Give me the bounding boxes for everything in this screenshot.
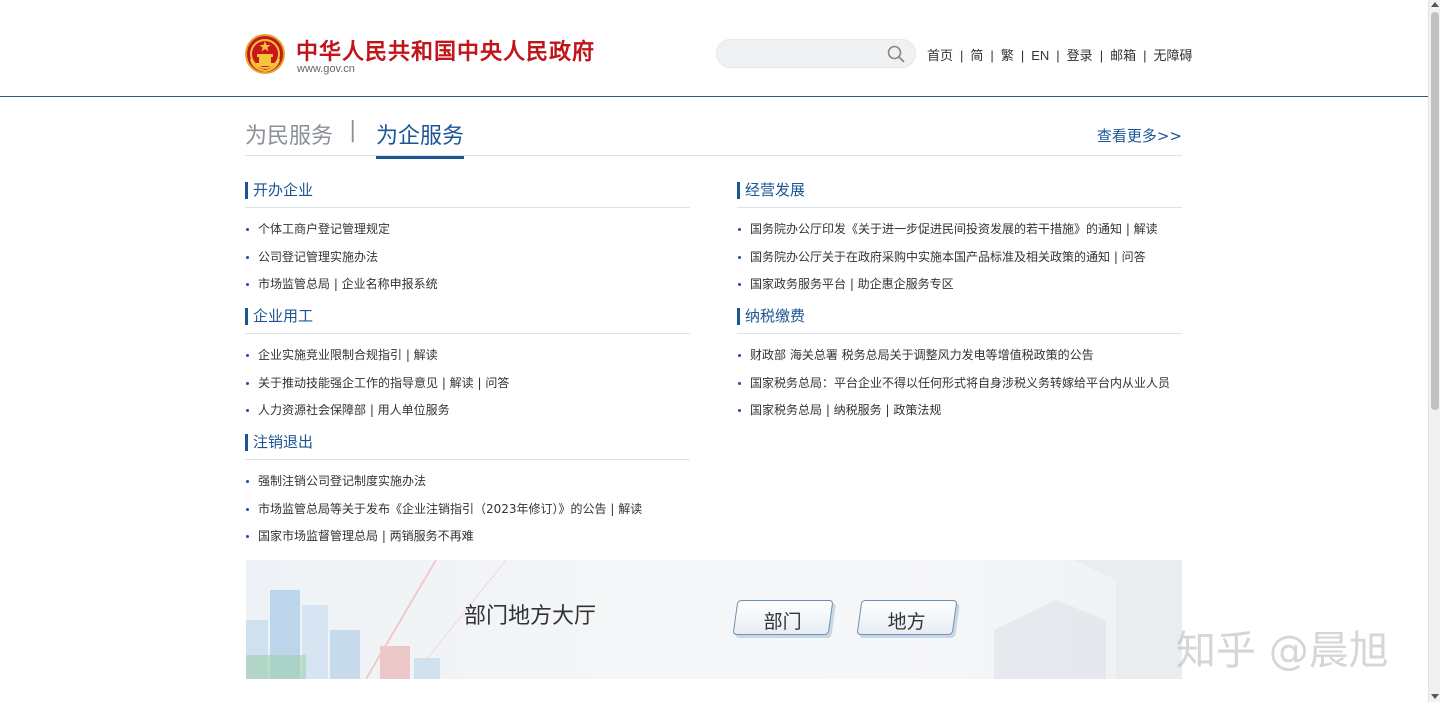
tab-citizen-service[interactable]: 为民服务 xyxy=(245,118,333,150)
nav-traditional[interactable]: 繁 xyxy=(1001,48,1014,63)
tab-enterprise-service[interactable]: 为企服务 xyxy=(376,118,465,159)
nav-english[interactable]: EN xyxy=(1031,48,1049,63)
section-tax-payment: 纳税缴费 财政部 海关总署 税务总局关于调整风力发电等增值税政策的公告 国家税务… xyxy=(737,308,1182,417)
nav-mailbox[interactable]: 邮箱 xyxy=(1110,48,1136,63)
banner-title: 部门地方大厅 xyxy=(464,604,597,629)
city-skyline-graphic xyxy=(246,560,1182,679)
scrollbar-thumb[interactable] xyxy=(1431,12,1439,410)
divider xyxy=(245,207,690,208)
site-header: 中华人民共和国中央人民政府 www.gov.cn 首页 | 简 | 繁 | EN | 登录 | 邮箱… xyxy=(0,0,1428,97)
section-deregistration: 注销退出 强制注销公司登记制度实施办法 市场监管总局等关于发布《企业注销指引（2… xyxy=(245,434,690,543)
list-item[interactable]: 关于推动技能强企工作的指导意见 | 解读 | 问答 xyxy=(245,375,690,403)
list-item[interactable]: 国家税务总局 | 纳税服务 | 政策法规 xyxy=(737,402,1182,430)
list-item[interactable]: 市场监管总局 | 企业名称申报系统 xyxy=(245,276,690,304)
section-start-business: 开办企业 个体工商户登记管理规定 公司登记管理实施办法 市场监管总局 | 企业名… xyxy=(245,182,690,291)
divider xyxy=(245,459,690,460)
list-item[interactable]: 国家税务总局：平台企业不得以任何形式将自身涉税义务转嫁给平台内从业人员 xyxy=(737,375,1182,403)
nav-accessibility[interactable]: 无障碍 xyxy=(1153,48,1192,63)
list-item[interactable]: 强制注销公司登记制度实施办法 xyxy=(245,473,690,501)
list-item[interactable]: 个体工商户登记管理规定 xyxy=(245,221,690,249)
section-title[interactable]: 注销退出 xyxy=(245,434,690,451)
scroll-down-icon[interactable] xyxy=(1431,694,1439,699)
divider xyxy=(245,333,690,334)
section-business-development: 经营发展 国务院办公厅印发《关于进一步促进民间投资发展的若干措施》的通知 | 解… xyxy=(737,182,1182,291)
list-item[interactable]: 财政部 海关总署 税务总局关于调整风力发电等增值税政策的公告 xyxy=(737,347,1182,375)
department-button-label: 部门 xyxy=(763,611,802,633)
list-item[interactable]: 国家政务服务平台 | 助企惠企服务专区 xyxy=(737,276,1182,304)
divider xyxy=(737,207,1182,208)
scroll-up-icon[interactable] xyxy=(1431,2,1439,7)
department-button[interactable]: 部门 xyxy=(732,600,834,635)
search-box xyxy=(716,39,916,68)
list-item[interactable]: 国务院办公厅关于在政府采购中实施本国产品标准及相关政策的通知 | 问答 xyxy=(737,249,1182,277)
scrollbar[interactable] xyxy=(1428,0,1440,702)
section-title[interactable]: 开办企业 xyxy=(245,182,690,199)
view-more-link[interactable]: 查看更多>> xyxy=(1097,125,1182,146)
search-input[interactable] xyxy=(731,44,881,64)
site-title[interactable]: 中华人民共和国中央人民政府 xyxy=(296,34,595,66)
section-employment: 企业用工 企业实施竞业限制合规指引 | 解读 关于推动技能强企工作的指导意见 |… xyxy=(245,308,690,417)
section-title[interactable]: 企业用工 xyxy=(245,308,690,325)
nav-login[interactable]: 登录 xyxy=(1067,48,1093,63)
section-title[interactable]: 经营发展 xyxy=(737,182,1182,199)
top-nav: 首页 | 简 | 繁 | EN | 登录 | 邮箱 | 无障碍 xyxy=(927,48,1193,63)
list-item[interactable]: 人力资源社会保障部 | 用人单位服务 xyxy=(245,402,690,430)
section-title[interactable]: 纳税缴费 xyxy=(737,308,1182,325)
divider xyxy=(737,333,1182,334)
nav-home[interactable]: 首页 xyxy=(927,48,953,63)
list-item[interactable]: 国家市场监督管理总局 | 两销服务不再难 xyxy=(245,528,690,556)
nav-simplified[interactable]: 简 xyxy=(970,48,983,63)
site-url: www.gov.cn xyxy=(297,63,355,75)
department-local-hall-banner: 部门地方大厅 部门 地方 xyxy=(246,560,1182,679)
list-item[interactable]: 公司登记管理实施办法 xyxy=(245,249,690,277)
list-item[interactable]: 国务院办公厅印发《关于进一步促进民间投资发展的若干措施》的通知 | 解读 xyxy=(737,221,1182,249)
service-tabs: 为民服务 | 为企服务 查看更多>> xyxy=(245,110,1182,159)
list-item[interactable]: 市场监管总局等关于发布《企业注销指引（2023年修订）》的公告 | 解读 xyxy=(245,501,690,529)
local-button-label: 地方 xyxy=(887,611,926,633)
zhihu-watermark: 知乎 @晨旭 xyxy=(1176,628,1389,674)
search-icon[interactable] xyxy=(887,45,905,63)
tab-separator: | xyxy=(349,118,357,143)
list-item[interactable]: 企业实施竞业限制合规指引 | 解读 xyxy=(245,347,690,375)
national-emblem-icon[interactable] xyxy=(245,33,285,75)
local-button[interactable]: 地方 xyxy=(856,600,958,635)
